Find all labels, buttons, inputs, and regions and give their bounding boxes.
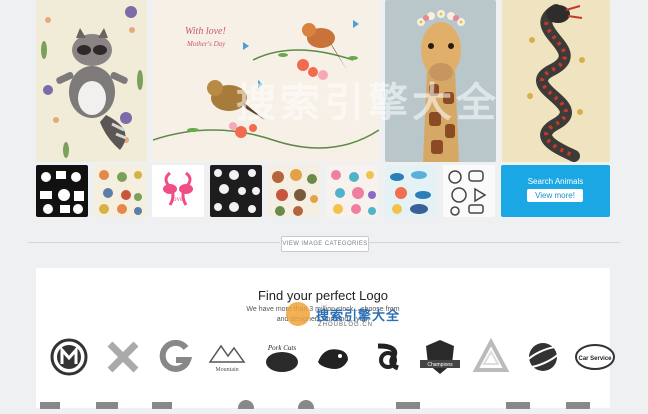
logo-letter-m[interactable]: [50, 338, 88, 376]
watermark-badge: [286, 302, 310, 326]
thumb-sea-creatures-blue[interactable]: [385, 165, 437, 217]
thumb-flamingo-love[interactable]: love: [152, 165, 204, 217]
logo-snake-knot[interactable]: [368, 338, 406, 376]
logo-letter-g[interactable]: [156, 338, 194, 376]
birds-card-illustration[interactable]: With love! Mother's Day: [153, 0, 379, 162]
logo-recycle-triangle[interactable]: [472, 337, 510, 376]
watermark-url: ZHOUBLOG.CN: [318, 322, 374, 328]
logo-mountain-label: Mountain: [215, 367, 238, 373]
logo-champions[interactable]: Champions: [418, 338, 462, 376]
view-more-button[interactable]: View more!: [527, 189, 583, 202]
logo-letter-x[interactable]: [104, 338, 142, 376]
giraffe-illustration[interactable]: [385, 0, 496, 162]
thumb-animal-silhouettes[interactable]: [36, 165, 88, 217]
logo-planet-ring[interactable]: [523, 338, 563, 376]
logo-car-service[interactable]: Car Service: [574, 338, 616, 376]
logo-car-service-label: Car Service: [578, 356, 612, 362]
logo-row-2-partial: [36, 396, 610, 414]
logo-champions-label: Champions: [427, 362, 453, 368]
logo-section-title: Find your perfect Logo: [257, 288, 389, 303]
svg-text:love: love: [171, 195, 183, 203]
logo-pork-cuts[interactable]: Pork Cuts: [260, 338, 304, 376]
card-subtitle: Mother's Day: [187, 40, 226, 48]
logo-whale[interactable]: [314, 338, 352, 376]
dragon-illustration[interactable]: [502, 0, 610, 162]
search-animals-card: Search Animals View more!: [501, 165, 610, 217]
search-animals-title: Search Animals: [527, 177, 584, 186]
raccoon-illustration[interactable]: [36, 0, 147, 162]
thumb-bw-pattern[interactable]: [210, 165, 262, 217]
thumb-forest-animals[interactable]: [268, 165, 320, 217]
logo-mountain[interactable]: Mountain: [206, 338, 248, 376]
divider-right: [368, 242, 620, 243]
divider-left: [28, 242, 280, 243]
thumb-lineart-animals[interactable]: [443, 165, 495, 217]
thumb-sea-creatures-pink[interactable]: [326, 165, 378, 217]
logo-pork-cuts-label: Pork Cuts: [267, 344, 296, 352]
card-title: With love!: [185, 26, 226, 37]
view-image-categories-button[interactable]: VIEW IMAGE CATEGORIES: [281, 236, 369, 252]
thumb-animal-pattern[interactable]: [94, 165, 146, 217]
